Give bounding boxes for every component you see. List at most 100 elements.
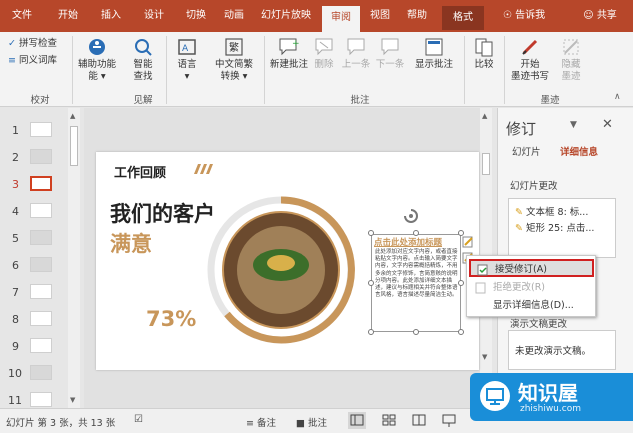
thumbnail-number: 6 — [12, 259, 19, 272]
thumbnail-number: 8 — [12, 313, 19, 326]
spellcheck-status-icon[interactable]: ☑ — [134, 414, 143, 425]
accessibility-button[interactable]: 辅助功能 能 ▾ — [76, 37, 118, 83]
tab-details[interactable]: 详细信息 — [560, 144, 598, 158]
next-label: 下一条 — [375, 59, 405, 70]
previous-comment-icon — [347, 38, 365, 56]
share-button[interactable]: ☺ 共享 — [570, 0, 630, 32]
group-proofing-label: 校对 — [30, 95, 50, 106]
thumbnail-slide[interactable]: 4 — [0, 201, 70, 223]
thumbnail-number: 2 — [12, 151, 19, 164]
scroll-up-icon[interactable]: ▲ — [70, 112, 75, 120]
thumbnail-number: 9 — [12, 340, 19, 353]
new-comment-icon: + — [279, 38, 300, 56]
accept-change-menu-item[interactable]: 接受修订(A) — [469, 259, 594, 277]
tab-home[interactable]: 开始 — [50, 0, 86, 32]
resize-handle[interactable] — [413, 230, 419, 236]
scroll-up-icon[interactable]: ▲ — [482, 112, 487, 120]
scroll-thumb[interactable] — [482, 153, 490, 175]
new-comment-button[interactable]: + 新建批注 — [268, 37, 310, 71]
scroll-down-icon[interactable]: ▼ — [482, 353, 487, 361]
list-item[interactable]: ✎ 文本框 8: 标... — [515, 204, 588, 218]
thumbnail-slide-selected[interactable]: 3 — [0, 174, 70, 196]
slide-sorter-view-icon[interactable] — [380, 412, 398, 429]
language-label: 语言 — [177, 59, 197, 70]
thumbnail-number: 5 — [12, 232, 19, 245]
thumbnail-scrollbar[interactable]: ▲ ▼ — [68, 108, 80, 408]
thumbnail-slide[interactable]: 10 — [0, 363, 70, 385]
tab-help[interactable]: 帮助 — [400, 0, 434, 32]
thumbnail-image — [30, 311, 52, 326]
show-details-menu-item[interactable]: 显示详细信息(D)... — [469, 297, 594, 315]
lightbulb-icon: ☉ — [502, 10, 512, 21]
tab-transitions[interactable]: 切换 — [178, 0, 214, 32]
resize-handle[interactable] — [458, 329, 464, 335]
thumbnail-slide[interactable]: 2 — [0, 147, 70, 169]
tab-slides[interactable]: 幻灯片 — [512, 144, 541, 158]
pane-options-icon[interactable]: ▼ — [570, 120, 577, 130]
rotate-handle-icon[interactable] — [402, 207, 420, 225]
thumbnail-slide[interactable]: 8 — [0, 309, 70, 331]
current-slide[interactable]: 工作回顾 我们的客户 满意 73% 点击此处添加标题 此处添加对应文字内容，或者… — [96, 152, 479, 370]
tab-insert[interactable]: 插入 — [93, 0, 129, 32]
conversion-label-1: 中文简繁 — [214, 59, 253, 70]
thesaurus-button[interactable]: ≡ 同义词库 — [8, 55, 70, 67]
share-label: 共享 — [596, 10, 617, 21]
show-comments-button[interactable]: 显示批注 — [410, 37, 458, 71]
thumbnail-slide[interactable]: 1 — [0, 120, 70, 142]
revisions-pane-title: 修订 — [506, 120, 537, 138]
chinese-conversion-button[interactable]: 繁 中文简繁 转换 ▾ — [208, 37, 260, 83]
notes-button[interactable]: ≡ 备注 — [246, 415, 276, 429]
tab-review[interactable]: 审阅 — [322, 6, 360, 32]
svg-text:+: + — [292, 39, 300, 49]
start-inking-button[interactable]: 开始 墨迹书写 — [506, 37, 554, 83]
tab-slideshow[interactable]: 幻灯片放映 — [256, 0, 316, 32]
smart-lookup-label-1: 智能 — [133, 59, 153, 70]
smart-lookup-button[interactable]: 智能 查找 — [122, 37, 164, 83]
delete-comment-icon — [315, 38, 333, 56]
normal-view-icon[interactable] — [348, 412, 366, 429]
slideshow-view-icon[interactable] — [440, 412, 458, 429]
tab-format[interactable]: 格式 — [442, 6, 484, 30]
tab-view[interactable]: 视图 — [364, 0, 396, 32]
resize-handle[interactable] — [368, 329, 374, 335]
spell-check-button[interactable]: ✓ 拼写检查 — [8, 38, 70, 50]
thumbnail-number: 3 — [12, 178, 19, 191]
slide-changes-list: ✎ 文本框 8: 标... ✎ 矩形 25: 点击... — [508, 198, 616, 258]
delete-comment-button[interactable]: 删除 — [310, 37, 338, 71]
close-icon[interactable]: ✕ — [602, 117, 613, 132]
thumbnail-slide[interactable]: 6 — [0, 255, 70, 277]
scroll-down-icon[interactable]: ▼ — [70, 396, 75, 404]
reject-change-menu-item[interactable]: 拒绝更改(R) — [469, 279, 594, 297]
selected-textbox[interactable]: 点击此处添加标题 此处添加对应文字内容，或者直接粘贴文字内容。点击输入简要文字内… — [371, 234, 461, 332]
notes-icon: ≡ — [246, 418, 254, 429]
language-button[interactable]: A 语言 ▾ — [170, 37, 204, 83]
thumbnail-slide[interactable]: 9 — [0, 336, 70, 358]
thumbnail-slide[interactable]: 7 — [0, 282, 70, 304]
progress-ring-photo — [206, 195, 356, 345]
tab-file[interactable]: 文件 — [4, 0, 40, 32]
revision-marker-icon[interactable] — [462, 236, 474, 248]
scroll-thumb[interactable] — [70, 126, 78, 166]
thesaurus-label: 同义词库 — [19, 55, 58, 66]
resize-handle[interactable] — [413, 329, 419, 335]
ribbon-separator — [166, 36, 167, 104]
thumbnail-number: 11 — [8, 394, 22, 407]
tab-design[interactable]: 设计 — [136, 0, 172, 32]
list-item[interactable]: ✎ 矩形 25: 点击... — [515, 220, 594, 234]
tab-animations[interactable]: 动画 — [216, 0, 252, 32]
resize-handle[interactable] — [368, 230, 374, 236]
hide-ink-button[interactable]: 隐藏 墨迹 — [556, 37, 586, 83]
reading-view-icon[interactable] — [410, 412, 428, 429]
next-comment-button[interactable]: 下一条 — [374, 37, 406, 71]
resize-handle[interactable] — [458, 280, 464, 286]
collapse-ribbon-icon[interactable]: ∧ — [614, 92, 621, 102]
thumbnail-slide[interactable]: 5 — [0, 228, 70, 250]
compare-button[interactable]: 比较 — [468, 37, 500, 71]
resize-handle[interactable] — [368, 280, 374, 286]
show-comments-icon — [425, 38, 443, 56]
slide-changes-heading: 幻灯片更改 — [510, 181, 558, 192]
comments-button[interactable]: ■ 批注 — [296, 415, 327, 429]
tell-me-box[interactable]: ☉ 告诉我 — [494, 0, 554, 32]
previous-comment-button[interactable]: 上一条 — [340, 37, 372, 71]
ribbon-separator — [264, 36, 265, 104]
